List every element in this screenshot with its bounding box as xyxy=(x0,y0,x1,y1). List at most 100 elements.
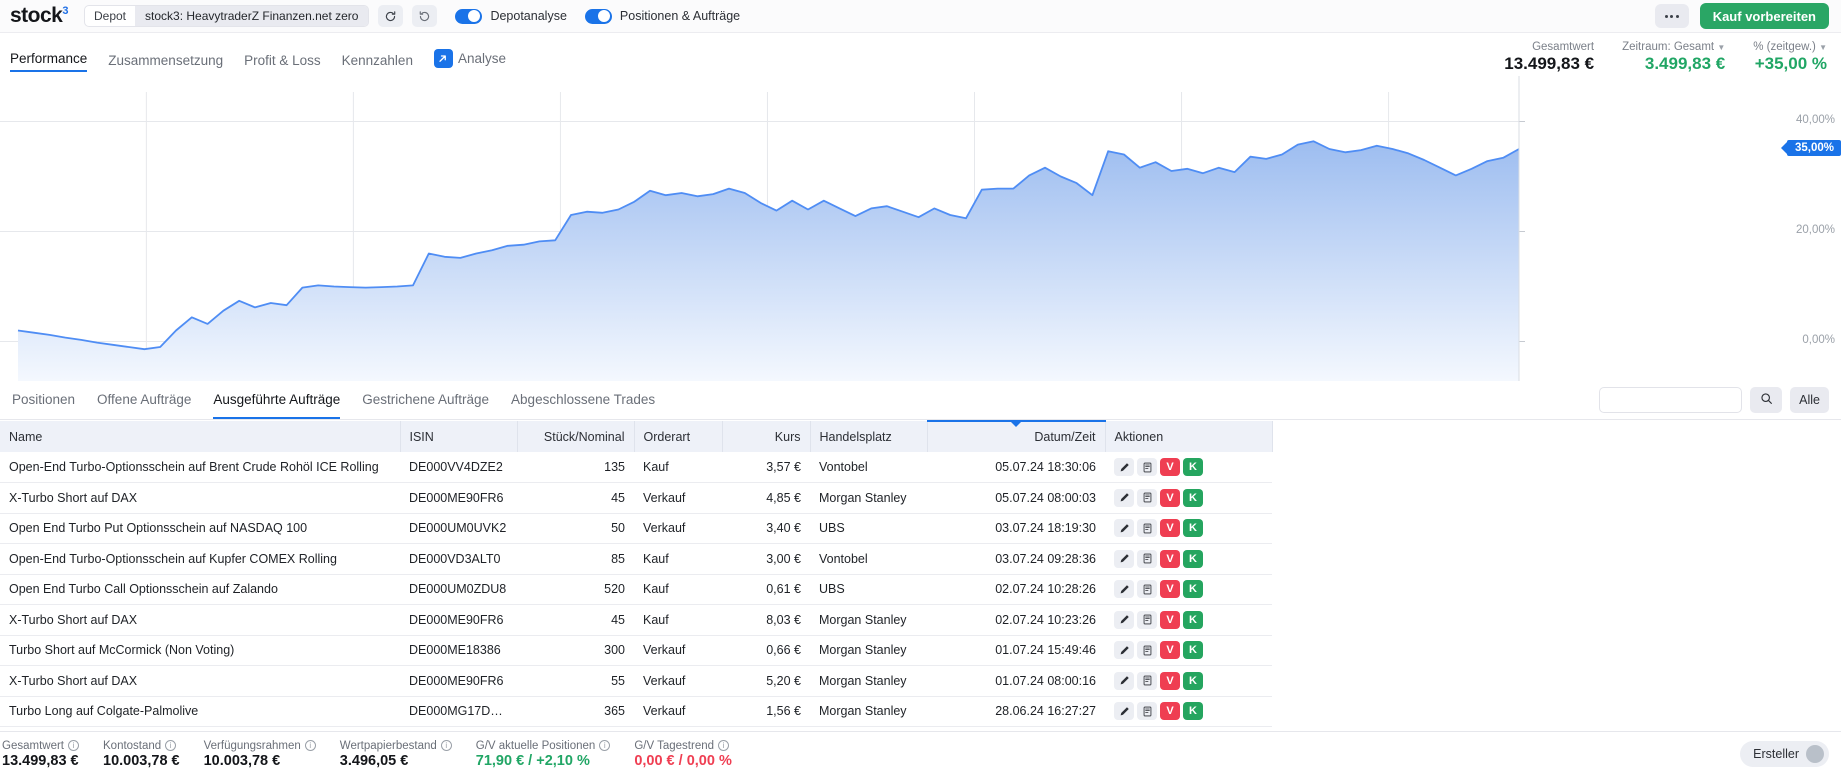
receipt-icon[interactable] xyxy=(1137,702,1157,721)
column-header-name[interactable]: Name xyxy=(0,421,401,452)
column-header-aktionen[interactable]: Aktionen xyxy=(1105,421,1273,452)
table-tab-offene-auftr-ge[interactable]: Offene Aufträge xyxy=(97,381,191,419)
sell-button[interactable]: V xyxy=(1160,580,1180,599)
performance-chart[interactable]: 40,00% 20,00% 0,00% 35,00% Jan '24FebMär… xyxy=(0,76,1841,446)
toggle-positionen-auftraege[interactable]: Positionen & Aufträge xyxy=(584,8,740,24)
cell-datum-zeit: 05.07.24 18:30:06 xyxy=(927,452,1105,483)
table-tab-ausgef-hrte-auftr-ge[interactable]: Ausgeführte Aufträge xyxy=(213,381,340,419)
buy-button[interactable]: K xyxy=(1183,641,1203,660)
column-header-isin[interactable]: ISIN xyxy=(400,421,518,452)
edit-icon[interactable] xyxy=(1114,580,1134,599)
sell-button[interactable]: V xyxy=(1160,641,1180,660)
table-tab-positionen[interactable]: Positionen xyxy=(12,381,75,419)
prepare-buy-button[interactable]: Kauf vorbereiten xyxy=(1699,3,1829,29)
receipt-icon[interactable] xyxy=(1137,458,1157,476)
cell-isin: DE000VD3ALT0 xyxy=(400,543,517,575)
tab-kennzahlen[interactable]: Kennzahlen xyxy=(342,53,413,72)
sell-button[interactable]: V xyxy=(1160,702,1180,721)
info-icon[interactable]: i xyxy=(165,740,177,751)
edit-icon[interactable] xyxy=(1114,641,1134,660)
column-header-datum-zeit[interactable]: Datum/Zeit xyxy=(927,420,1106,452)
app-root: stock3 Depot stock3: HeavytraderZ Finanz… xyxy=(0,0,1841,776)
table-row[interactable]: Open End Turbo Call Optionsschein auf Za… xyxy=(0,574,1272,605)
info-icon[interactable]: i xyxy=(68,740,79,751)
search-button[interactable] xyxy=(1750,387,1783,413)
table-row[interactable]: Open End Turbo Put Optionsschein auf NAS… xyxy=(0,513,1272,544)
info-icon[interactable]: i xyxy=(440,740,452,751)
status-g-v-aktuelle-positionen: G/V aktuelle Positionen i 71,90 € / +2,10… xyxy=(476,740,611,769)
table-tab-gestrichene-auftr-ge[interactable]: Gestrichene Aufträge xyxy=(362,381,489,419)
buy-button[interactable]: K xyxy=(1183,610,1203,629)
status-g-v-tagestrend: G/V Tagestrend i 0,00 € / 0,00 % xyxy=(634,740,732,769)
tab-profit-loss[interactable]: Profit & Loss xyxy=(244,53,321,72)
more-options-button[interactable] xyxy=(1654,4,1689,28)
info-icon[interactable]: i xyxy=(304,740,316,751)
edit-icon[interactable] xyxy=(1114,671,1134,690)
performance-chart-canvas[interactable] xyxy=(0,76,1841,381)
toggle-positionen-auftraege-switch[interactable] xyxy=(584,8,612,24)
cell-name: Open End Turbo Call Optionsschein auf Za… xyxy=(0,574,400,605)
info-icon[interactable]: i xyxy=(599,740,611,751)
refresh-button[interactable] xyxy=(378,5,404,27)
edit-icon[interactable] xyxy=(1114,519,1134,538)
tab-performance[interactable]: Performance xyxy=(10,51,88,72)
filter-all-button[interactable]: Alle xyxy=(1790,387,1829,413)
ersteller-button[interactable]: Ersteller xyxy=(1740,741,1829,767)
buy-button[interactable]: K xyxy=(1183,488,1203,507)
cell-name: X-Turbo Short auf DAX xyxy=(0,604,400,636)
receipt-icon[interactable] xyxy=(1137,610,1157,629)
receipt-icon[interactable] xyxy=(1137,549,1157,568)
edit-icon[interactable] xyxy=(1114,610,1134,629)
table-row[interactable]: X-Turbo Short auf DAX DE000ME90FR6 45 Verka… xyxy=(0,482,1272,514)
edit-icon[interactable] xyxy=(1114,549,1134,568)
table-row[interactable]: Open-End Turbo-Optionsschein auf Kupfer … xyxy=(0,543,1272,575)
edit-icon[interactable] xyxy=(1114,458,1134,476)
chevron-down-icon[interactable]: ▼ xyxy=(1717,43,1725,52)
toggle-depotanalyse-switch[interactable] xyxy=(455,8,483,24)
buy-button[interactable]: K xyxy=(1183,671,1203,690)
tab-analyse[interactable]: Analyse xyxy=(433,49,506,72)
chevron-down-icon[interactable]: ▼ xyxy=(1819,43,1827,52)
table-tab-abgeschlossene-trades[interactable]: Abgeschlossene Trades xyxy=(511,381,655,419)
kpi-prozent[interactable]: % (zeitgew.) ▼ +35,00 % xyxy=(1753,41,1827,74)
sell-button[interactable]: V xyxy=(1160,488,1180,507)
column-header-orderart[interactable]: Orderart xyxy=(634,421,723,452)
sell-button[interactable]: V xyxy=(1160,458,1180,476)
buy-button[interactable]: K xyxy=(1183,458,1203,476)
table-row[interactable]: Turbo Long auf Colgate-Palmolive DE000MG1… xyxy=(0,696,1272,727)
receipt-icon[interactable] xyxy=(1137,580,1157,599)
orders-table-area[interactable]: Name ISIN Stück/Nominal Orderart Kurs Handels… xyxy=(0,420,1841,731)
tab-zusammensetzung[interactable]: Zusammensetzung xyxy=(108,53,223,72)
buy-button[interactable]: K xyxy=(1183,549,1203,568)
receipt-icon[interactable] xyxy=(1137,641,1157,660)
table-row[interactable]: Turbo Short auf McCormick (Non Voting) DE… xyxy=(0,635,1272,666)
receipt-icon[interactable] xyxy=(1137,671,1157,690)
sell-button[interactable]: V xyxy=(1160,519,1180,538)
action-buttons: VK xyxy=(1114,519,1263,538)
receipt-icon[interactable] xyxy=(1137,519,1157,538)
sell-button[interactable]: V xyxy=(1160,549,1180,568)
depot-selector[interactable]: Depot stock3: HeavytraderZ Finanzen.net … xyxy=(83,5,370,27)
depot-value[interactable]: stock3: HeavytraderZ Finanzen.net zero xyxy=(135,6,369,26)
receipt-icon[interactable] xyxy=(1137,488,1157,507)
table-row[interactable]: X-Turbo Short auf DAX DE000ME90FR6 45 Kauf 8… xyxy=(0,604,1272,636)
header-kpis: Gesamtwert 13.499,83 € Zeitraum: Gesamt … xyxy=(1504,41,1827,74)
search-input[interactable] xyxy=(1599,387,1743,413)
undo-button[interactable] xyxy=(412,5,438,27)
info-icon[interactable]: i xyxy=(718,740,730,751)
toggle-depotanalyse[interactable]: Depotanalyse xyxy=(455,8,567,24)
column-header-kurs[interactable]: Kurs xyxy=(722,421,811,452)
table-row[interactable]: X-Turbo Short auf DAX DE000ME90FR6 55 Verka… xyxy=(0,665,1272,697)
edit-icon[interactable] xyxy=(1114,702,1134,721)
buy-button[interactable]: K xyxy=(1183,702,1203,721)
column-header-handelsplatz[interactable]: Handelsplatz xyxy=(810,421,928,452)
edit-icon[interactable] xyxy=(1114,488,1134,507)
buy-button[interactable]: K xyxy=(1183,580,1203,599)
status-kontostand: Kontostand i 10.003,78 € xyxy=(103,740,180,769)
sell-button[interactable]: V xyxy=(1160,610,1180,629)
sell-button[interactable]: V xyxy=(1160,671,1180,690)
kpi-zeitraum[interactable]: Zeitraum: Gesamt ▼ 3.499,83 € xyxy=(1622,41,1725,74)
table-row[interactable]: Open-End Turbo-Optionsschein auf Brent C… xyxy=(0,452,1272,483)
buy-button[interactable]: K xyxy=(1183,519,1203,538)
column-header-st-ck-nominal[interactable]: Stück/Nominal xyxy=(517,421,635,452)
